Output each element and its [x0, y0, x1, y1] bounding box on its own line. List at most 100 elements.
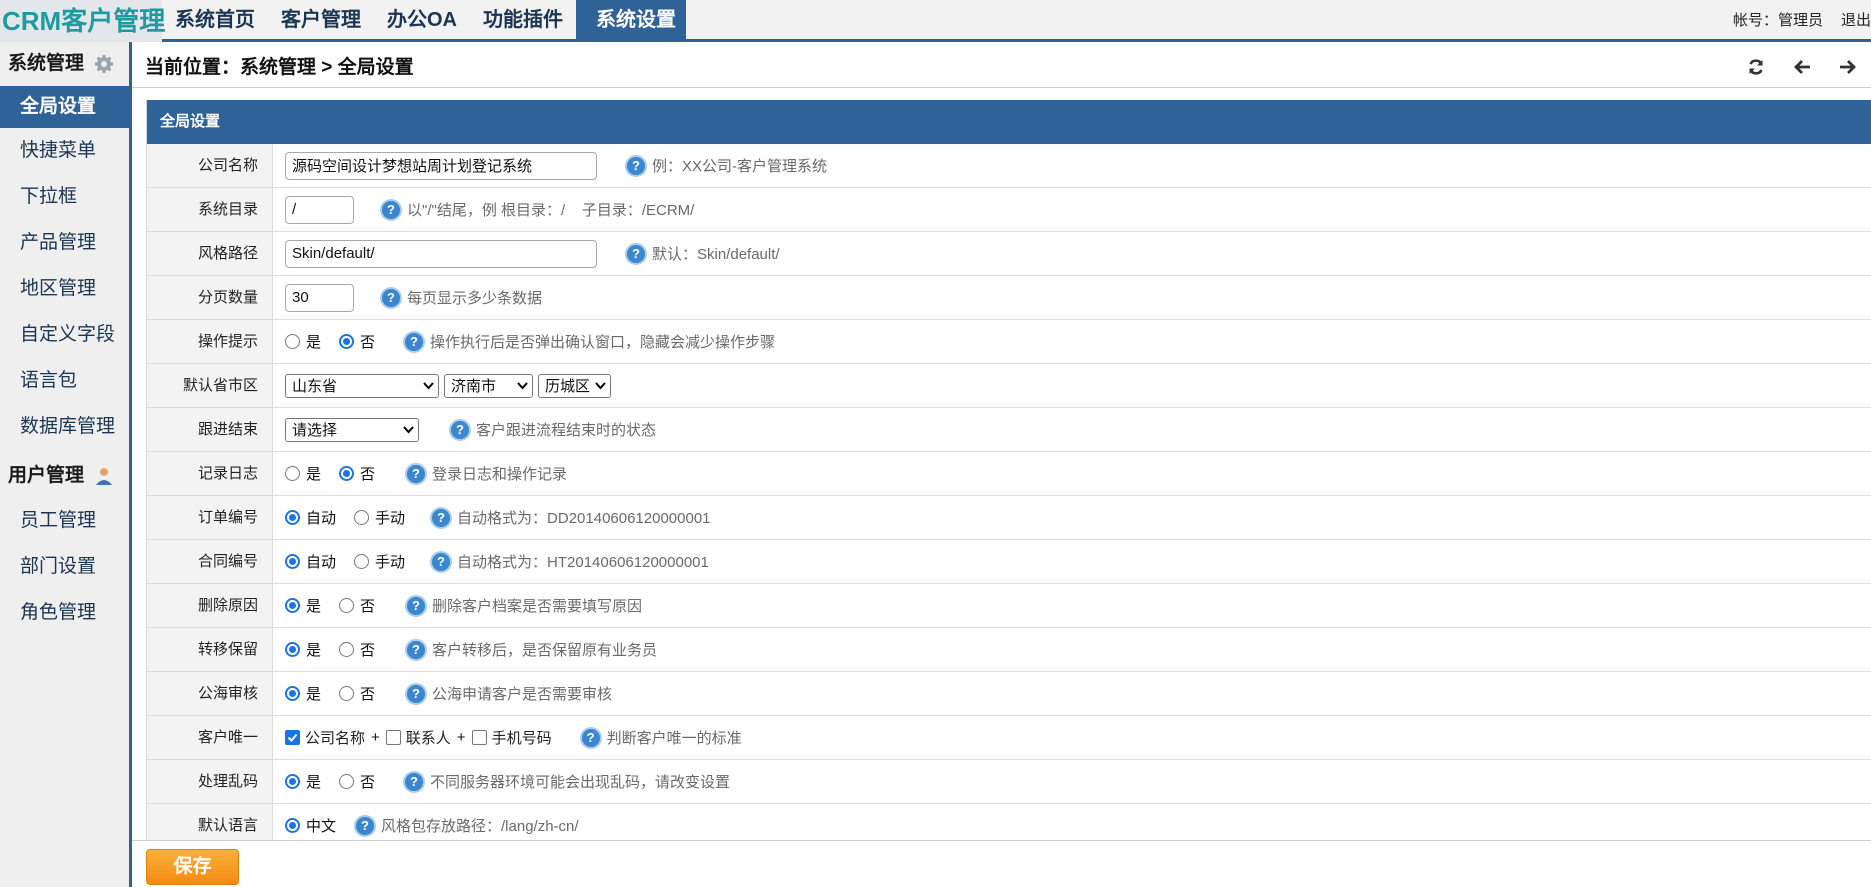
option-label: 是	[306, 686, 322, 703]
chevron-down-icon	[403, 426, 414, 434]
nav-home[interactable]: 系统首页	[162, 0, 268, 39]
sidebar-item-custom-fields[interactable]: 自定义字段	[0, 312, 129, 358]
row-delete-reason: 删除原因 是 否 ? 删除客户档案是否需要填写原因	[147, 584, 1871, 628]
row-operation-tip: 操作提示 是 否 ? 操作执行后是否弹出确认窗口，隐藏会减少操作步骤	[147, 320, 1871, 364]
logout-link[interactable]: 退出	[1841, 12, 1871, 29]
transfer-keep-hint: ? 客户转移后，是否保留原有业务员	[405, 638, 658, 661]
row-default-region: 默认省市区 山东省 济南市 历城区	[147, 364, 1871, 408]
pool-audit-yes-radio[interactable]	[285, 686, 300, 701]
row-customer-unique: 客户唯一 公司名称 + 联系人 + 手机号码 ? 判断客户唯一的标准	[147, 716, 1871, 760]
sidebar-item-language-pack[interactable]: 语言包	[0, 358, 129, 404]
follow-end-select[interactable]: 请选择	[285, 417, 419, 442]
row-handle-garbled: 处理乱码 是 否 ? 不同服务器环境可能会出现乱码，请改变设置	[147, 760, 1871, 804]
sidebar-item-departments[interactable]: 部门设置	[0, 544, 129, 590]
sidebar-item-dropdown[interactable]: 下拉框	[0, 174, 129, 220]
sidebar-item-employees[interactable]: 员工管理	[0, 498, 129, 544]
refresh-button[interactable]	[1733, 55, 1779, 79]
contract-number-manual-radio[interactable]	[354, 554, 370, 569]
garbled-yes-radio[interactable]	[285, 774, 300, 789]
option-label: 否	[360, 642, 376, 659]
save-button[interactable]: 保存	[146, 849, 239, 885]
sidebar-group-title: 用户管理	[8, 465, 85, 486]
pool-audit-hint: ? 公海申请客户是否需要审核	[405, 682, 612, 705]
hint-text: 判断客户唯一的标准	[606, 730, 742, 747]
sidebar-group-system: 系统管理	[0, 42, 129, 86]
option-label: 是	[306, 466, 322, 483]
back-button[interactable]	[1779, 55, 1825, 79]
operation-tip-no-radio[interactable]	[339, 334, 355, 349]
company-name-input[interactable]	[285, 151, 597, 180]
account-area: 帐号：管理员 退出	[1733, 0, 1871, 42]
option-label: 自动	[306, 554, 337, 571]
option-label: 自动	[306, 510, 337, 527]
row-label: 公司名称	[147, 144, 273, 187]
garbled-no-radio[interactable]	[339, 774, 355, 789]
sidebar-item-global-settings[interactable]: 全局设置	[0, 86, 129, 128]
option-label: 是	[306, 642, 322, 659]
contract-number-auto-radio[interactable]	[285, 554, 300, 569]
breadcrumb-text: 当前位置：系统管理 > 全局设置	[145, 57, 414, 78]
system-directory-input[interactable]	[285, 195, 354, 224]
follow-end-hint: ? 客户跟进流程结束时的状态	[449, 418, 656, 441]
forward-button[interactable]	[1825, 55, 1871, 79]
transfer-keep-no-radio[interactable]	[339, 642, 355, 657]
breadcrumb-tools	[1733, 55, 1871, 79]
language-chinese-radio[interactable]	[285, 818, 300, 833]
row-label: 默认语言	[147, 804, 273, 840]
hint-text: 删除客户档案是否需要填写原因	[432, 598, 643, 615]
district-select[interactable]: 历城区	[538, 373, 611, 398]
nav-system-settings[interactable]: 系统设置	[576, 0, 686, 39]
hint-text: 客户转移后，是否保留原有业务员	[432, 642, 658, 659]
nav-plugins[interactable]: 功能插件	[470, 0, 576, 39]
order-number-auto-radio[interactable]	[285, 510, 300, 525]
province-select[interactable]: 山东省	[285, 373, 439, 398]
help-icon: ?	[405, 594, 428, 617]
sidebar-item-products[interactable]: 产品管理	[0, 220, 129, 266]
city-select[interactable]: 济南市	[444, 373, 533, 398]
unique-mobile-checkbox[interactable]	[471, 730, 487, 745]
help-icon: ?	[449, 418, 471, 441]
delete-reason-no-radio[interactable]	[339, 598, 355, 613]
top-bar: CRM客户管理 系统首页 客户管理 办公OA 功能插件 系统设置 帐号：管理员 退…	[0, 0, 1871, 42]
option-label: 公司名称	[305, 730, 366, 747]
pool-audit-no-radio[interactable]	[339, 686, 355, 701]
row-system-directory: 系统目录 ? 以"/"结尾，例 根目录：/ 子目录：/ECRM/	[147, 188, 1871, 232]
page-size-input[interactable]	[285, 283, 354, 312]
transfer-keep-yes-radio[interactable]	[285, 642, 300, 657]
option-label: 否	[360, 334, 376, 351]
select-value: 济南市	[451, 378, 497, 395]
help-icon: ?	[380, 286, 402, 309]
skin-path-input[interactable]	[285, 239, 597, 268]
row-label: 处理乱码	[147, 760, 273, 803]
option-label: 否	[360, 686, 376, 703]
sidebar-item-roles[interactable]: 角色管理	[0, 590, 129, 636]
row-label: 分页数量	[147, 276, 273, 319]
record-log-no-radio[interactable]	[339, 466, 355, 481]
option-label: 否	[360, 774, 376, 791]
row-label: 操作提示	[147, 320, 273, 363]
sidebar-group-users: 用户管理	[0, 454, 129, 498]
row-label: 转移保留	[147, 628, 273, 671]
order-number-manual-radio[interactable]	[354, 510, 370, 525]
help-icon: ?	[354, 814, 377, 837]
option-label: 中文	[306, 818, 337, 835]
chevron-down-icon	[517, 382, 528, 390]
option-label: 手动	[375, 554, 406, 571]
row-public-pool-audit: 公海审核 是 否 ? 公海申请客户是否需要审核	[147, 672, 1871, 716]
unique-company-checkbox[interactable]	[285, 730, 300, 745]
nav-customers[interactable]: 客户管理	[268, 0, 374, 39]
sidebar-item-database[interactable]: 数据库管理	[0, 404, 129, 450]
chevron-down-icon	[595, 382, 606, 390]
sidebar-item-regions[interactable]: 地区管理	[0, 266, 129, 312]
nav-office-oa[interactable]: 办公OA	[374, 0, 470, 39]
record-log-yes-radio[interactable]	[285, 466, 300, 481]
chevron-down-icon	[423, 382, 434, 390]
delete-reason-yes-radio[interactable]	[285, 598, 300, 613]
operation-tip-yes-radio[interactable]	[285, 334, 300, 349]
sidebar-item-quick-menu[interactable]: 快捷菜单	[0, 128, 129, 174]
row-follow-end: 跟进结束 请选择 ? 客户跟进流程结束时的状态	[147, 408, 1871, 452]
help-icon: ?	[430, 506, 453, 529]
skin-path-hint: ? 默认：Skin/default/	[625, 242, 780, 265]
select-value: 历城区	[545, 378, 591, 395]
unique-contact-checkbox[interactable]	[385, 730, 401, 745]
